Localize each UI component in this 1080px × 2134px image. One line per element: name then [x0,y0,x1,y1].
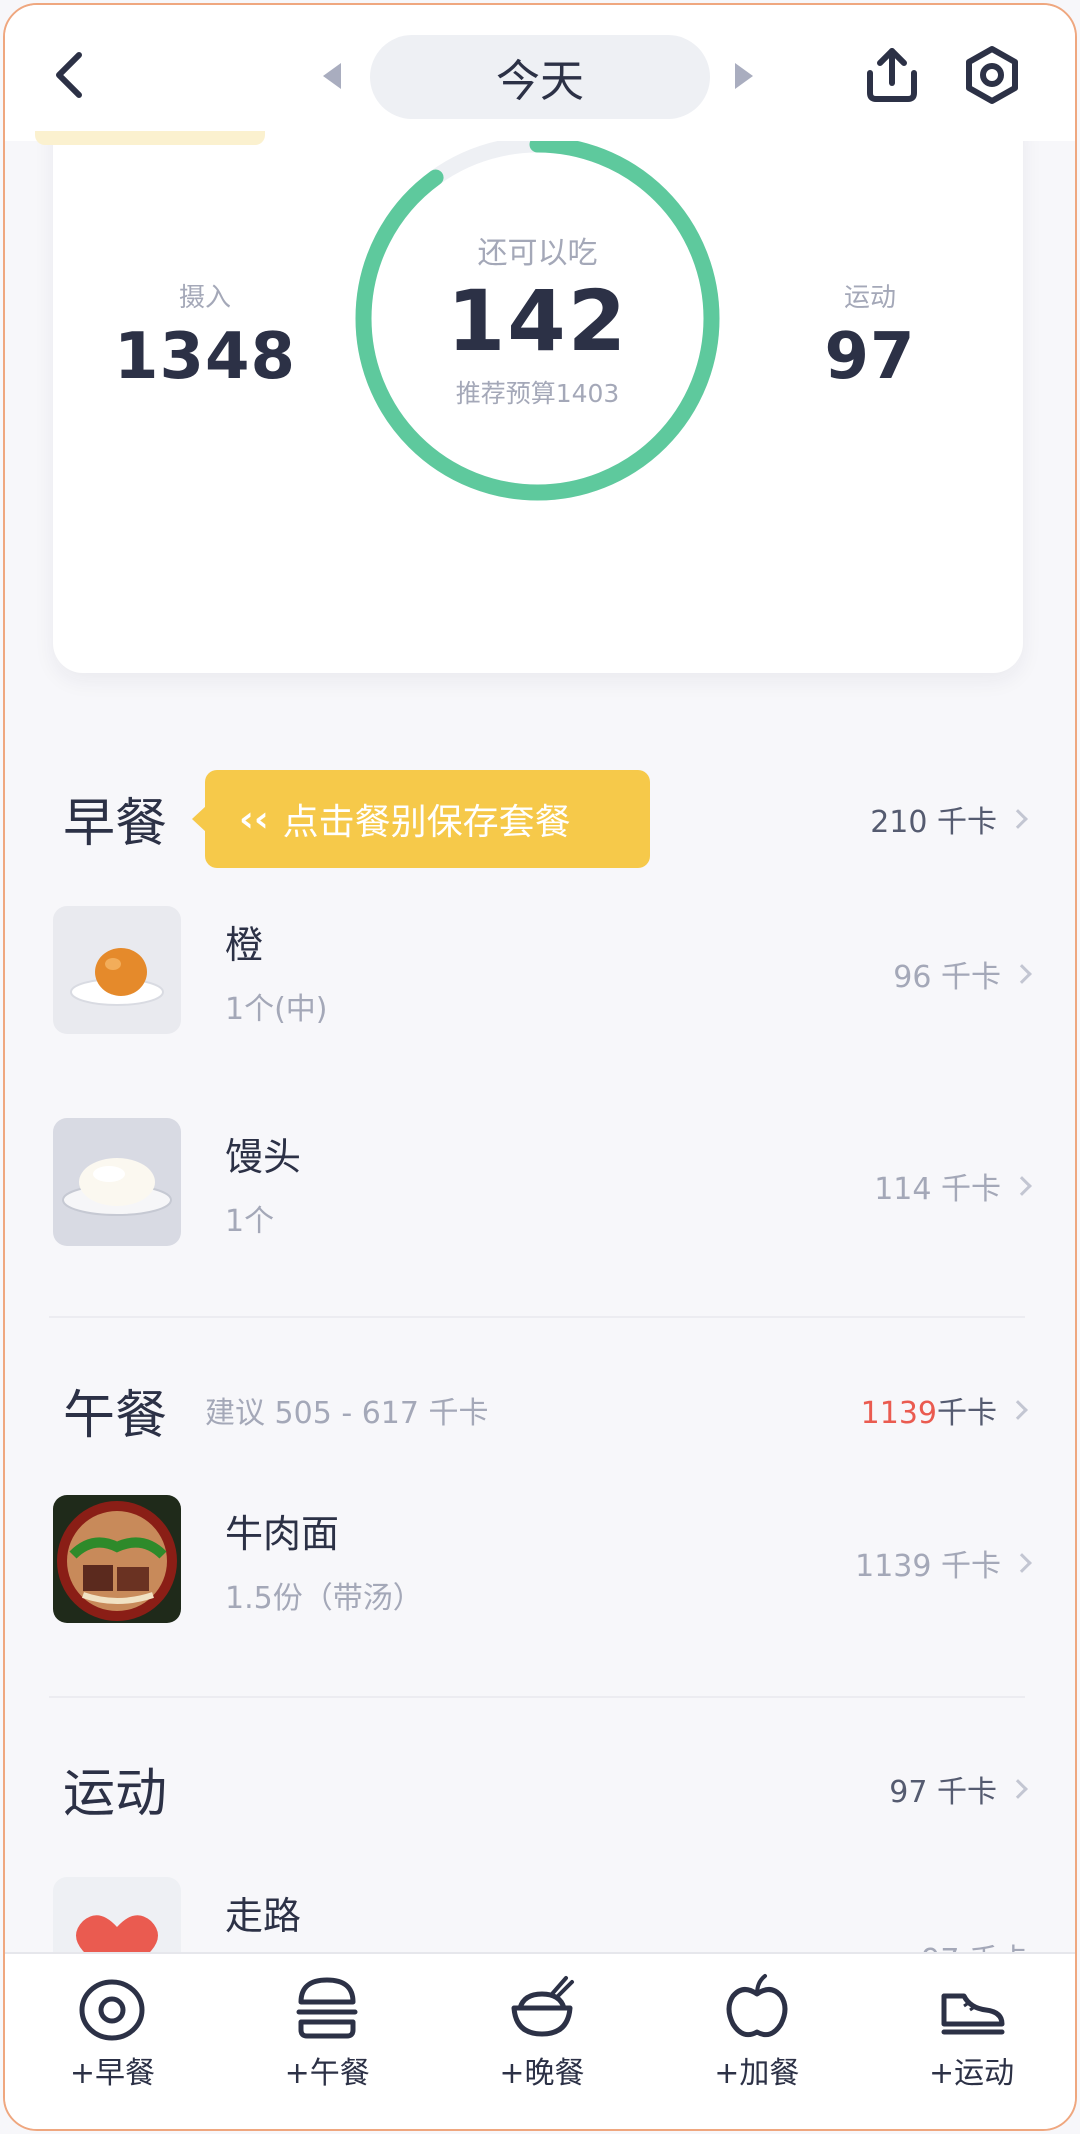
add-lunch-button[interactable]: +午餐 [220,1954,435,2129]
food-portion: 1.5份（带汤） [225,1581,423,1616]
date-label: 今天 [496,56,584,107]
share-upload-icon [867,48,917,102]
decorative-highlight [35,131,265,145]
orange-image [53,906,181,1034]
lunch-title[interactable]: 午餐 [63,1373,167,1448]
settings-button[interactable] [962,45,1022,105]
food-kcal-value: 114 千卡 [874,1172,1001,1207]
intake-stat: 摄入 1348 [75,277,335,394]
app-frame: 今天 摄入 1348 还可以吃 142 推荐预算1403 运动 97 早餐 ‹‹… [3,3,1077,2131]
next-day-button[interactable] [735,63,753,89]
nav-label: +加餐 [714,2056,800,2091]
food-item-beef-noodles[interactable]: 牛肉面 1.5份（带汤） 1139 千卡 [5,1495,1075,1625]
food-item-orange[interactable]: 橙 1个(中) 96 千卡 [5,906,1075,1036]
food-name: 橙 [225,923,264,967]
chevron-left-icon [56,52,82,98]
food-item-steamed-bun[interactable]: 馒头 1个 114 千卡 [5,1118,1075,1248]
section-divider [49,1696,1025,1698]
budget-text: 推荐预算1403 [455,378,620,408]
add-exercise-button[interactable]: +运动 [864,1954,1075,2129]
previous-day-button[interactable] [323,63,341,89]
remaining-display: 还可以吃 142 推荐预算1403 [350,131,725,506]
chevron-right-icon [1012,1176,1032,1196]
lunch-total-value: 1139 [860,1396,937,1431]
back-button[interactable] [45,49,97,101]
breakfast-total-value: 210 千卡 [870,805,997,840]
double-chevron-left-icon: ‹‹ [239,798,269,840]
intake-value: 1348 [113,320,297,394]
lunch-suggestion: 建议 505 - 617 千卡 [205,1396,489,1431]
food-kcal: 96 千卡 [893,952,1032,996]
add-breakfast-button[interactable]: +早餐 [5,1954,220,2129]
exercise-value: 97 [824,320,916,394]
lunch-total-text: 1139千卡 [861,1388,997,1432]
save-meal-tip[interactable]: ‹‹ 点击餐别保存套餐 [192,770,650,868]
breakfast-total[interactable]: 210 千卡 [870,797,1028,841]
chevron-right-icon [1008,809,1028,829]
nav-label: +运动 [929,2056,1015,2091]
chevron-right-icon [1012,964,1032,984]
intake-label: 摄入 [178,283,231,313]
remaining-label: 还可以吃 [477,235,598,271]
exercise-stat: 运动 97 [740,277,1000,394]
food-kcal: 114 千卡 [874,1164,1032,1208]
tip-text: 点击餐别保存套餐 [282,802,571,843]
add-snack-button[interactable]: +加餐 [649,1954,864,2129]
breakfast-title[interactable]: 早餐 [63,781,167,856]
food-name: 馒头 [225,1135,302,1179]
nav-label: +早餐 [69,2056,155,2091]
lunch-total[interactable]: 1139千卡 [861,1388,1028,1432]
apple-icon [726,1974,788,2038]
exercise-name: 走路 [225,1894,302,1938]
exercise-total[interactable]: 97 千卡 [889,1767,1028,1811]
exercise-label: 运动 [843,283,896,313]
egg-icon [79,1979,145,2041]
nav-label: +午餐 [284,2056,370,2091]
steamed-bun-image [53,1118,181,1246]
chevron-right-icon [1012,1553,1032,1573]
chevron-right-icon [1008,1779,1028,1799]
settings-hexagon-icon [966,46,1018,104]
top-bar: 今天 [5,5,1075,141]
food-kcal: 1139 千卡 [855,1541,1032,1585]
nav-label: +晚餐 [499,2056,585,2091]
remaining-value: 142 [446,271,629,370]
bottom-nav: +早餐 +午餐 +晚餐 +加餐 +运动 [5,1952,1075,2129]
sneaker-icon [941,1993,1005,2035]
food-kcal-value: 96 千卡 [893,960,1001,995]
beef-noodles-image [53,1495,181,1623]
burger-icon [296,1977,358,2039]
food-kcal-value: 1139 千卡 [855,1549,1001,1584]
date-selector[interactable]: 今天 [370,35,710,119]
lunch-total-unit: 千卡 [937,1396,997,1431]
food-name: 牛肉面 [225,1512,340,1556]
exercise-total-value: 97 千卡 [889,1775,997,1810]
chevron-right-icon [1008,1400,1028,1420]
add-dinner-button[interactable]: +晚餐 [435,1954,650,2129]
food-portion: 1个 [225,1204,275,1239]
share-button[interactable] [860,43,924,107]
rice-bowl-icon [511,1976,574,2037]
section-divider [49,1316,1025,1318]
food-portion: 1个(中) [225,992,328,1027]
exercise-title[interactable]: 运动 [63,1751,167,1826]
